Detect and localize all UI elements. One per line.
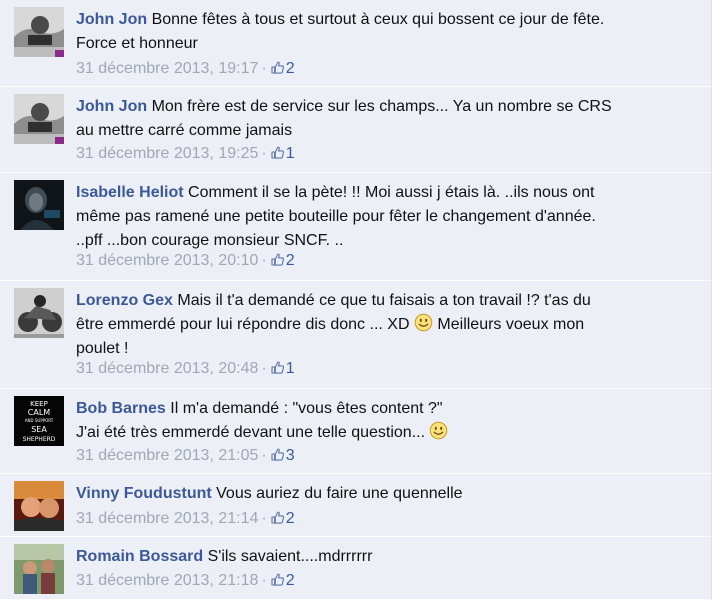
avatar-isabelle-heliot[interactable] [14,180,64,230]
avatar-john-jon-image [14,94,64,144]
comment-timestamp[interactable]: 31 décembre 2013, 21:18 [76,572,258,589]
comment-text: Comment il se la pète! !! Moi aussi j ét… [188,184,595,201]
comment-text: Force et honneur [76,35,198,52]
comment-item: Vinny Foudustunt Vous auriez du faire un… [0,474,711,537]
comment-author-link[interactable]: John Jon [76,98,147,115]
comment-item: John Jon Bonne fêtes à tous et surtout à… [0,0,711,87]
comment-body: Bob Barnes Il m'a demandé : "vous êtes c… [76,397,693,445]
avatar-john-jon[interactable] [14,94,64,144]
avatar-bob-barnes-image: KEEP CALM AND SUPPORT SEA SHEPHERD [14,396,64,446]
comment-body: Romain Bossard S'ils savaient....mdrrrrr… [76,545,693,569]
smiley-icon [429,421,448,440]
thumbs-up-icon[interactable] [271,511,284,524]
comment-meta: 31 décembre 2013, 20:10 · 2 [76,251,295,271]
separator-dot: · [261,145,267,162]
avatar-text: AND SUPPORT [25,418,54,423]
comment-text: Mais il t'a demandé ce que tu faisais a … [177,292,591,309]
avatar-john-jon[interactable] [14,7,64,57]
like-count[interactable]: 1 [286,360,295,377]
avatar-lorenzo-gex-image [14,288,64,338]
comment-body: Vinny Foudustunt Vous auriez du faire un… [76,482,693,506]
like-count[interactable]: 2 [286,572,295,589]
comment-author-link[interactable]: John Jon [76,11,147,28]
separator-dot: · [261,252,267,269]
comment-timestamp[interactable]: 31 décembre 2013, 19:25 [76,145,258,162]
comment-text: être emmerdé pour lui répondre dis donc … [76,316,410,333]
comment-thread: John Jon Bonne fêtes à tous et surtout à… [0,0,712,600]
avatar-text: CALM [28,408,51,417]
comment-item: Romain Bossard S'ils savaient....mdrrrrr… [0,537,711,600]
comment-text: Bonne fêtes à tous et surtout à ceux qui… [151,11,605,28]
comment-author-link[interactable]: Romain Bossard [76,548,203,565]
separator-dot: · [261,60,267,77]
comment-author-link[interactable]: Vinny Foudustunt [76,485,212,502]
comment-text: au mettre carré comme jamais [76,122,293,139]
avatar-text: SHEPHERD [23,436,56,443]
avatar-romain-bossard[interactable] [14,544,64,594]
comment-body: John Jon Mon frère est de service sur le… [76,95,693,143]
comment-timestamp[interactable]: 31 décembre 2013, 21:14 [76,510,258,527]
separator-dot: · [261,510,267,527]
comment-text: même pas ramené une petite bouteille pou… [76,208,596,225]
comment-item: Isabelle Heliot Comment il se la pète! !… [0,173,711,281]
like-count[interactable]: 3 [286,447,295,464]
comment-timestamp[interactable]: 31 décembre 2013, 19:17 [76,60,258,77]
comment-author-link[interactable]: Bob Barnes [76,400,166,417]
avatar-lorenzo-gex[interactable] [14,288,64,338]
thumbs-up-icon[interactable] [271,146,284,159]
comment-timestamp[interactable]: 31 décembre 2013, 20:48 [76,360,258,377]
separator-dot: · [261,447,267,464]
comment-meta: 31 décembre 2013, 21:05 · 3 [76,446,295,466]
avatar-vinny-foudustunt[interactable] [14,481,64,531]
avatar-isabelle-heliot-image [14,180,64,230]
comment-item: John Jon Mon frère est de service sur le… [0,87,711,173]
separator-dot: · [261,572,267,589]
comment-body: Isabelle Heliot Comment il se la pète! !… [76,181,693,253]
comment-text: Meilleurs voeux mon [437,316,585,333]
comment-meta: 31 décembre 2013, 20:48 · 1 [76,359,295,379]
like-count[interactable]: 2 [286,252,295,269]
avatar-vinny-foudustunt-image [14,481,64,531]
thumbs-up-icon[interactable] [271,448,284,461]
avatar-text: KEEP [30,400,48,408]
thumbs-up-icon[interactable] [271,361,284,374]
comment-meta: 31 décembre 2013, 21:14 · 2 [76,509,295,529]
like-count[interactable]: 2 [286,60,295,77]
comment-text: J'ai été très emmerdé devant une telle q… [76,424,426,441]
comment-timestamp[interactable]: 31 décembre 2013, 21:05 [76,447,258,464]
comment-text: Mon frère est de service sur les champs.… [151,98,612,115]
comment-body: John Jon Bonne fêtes à tous et surtout à… [76,8,693,56]
comment-text: ..pff ...bon courage monsieur SNCF. .. [76,232,344,249]
avatar-text: SEA [31,425,47,434]
like-count[interactable]: 1 [286,145,295,162]
comment-author-link[interactable]: Lorenzo Gex [76,292,173,309]
comment-text: S'ils savaient....mdrrrrrr [207,548,373,565]
comment-item: Lorenzo Gex Mais il t'a demandé ce que t… [0,281,711,389]
comment-text: Il m'a demandé : "vous êtes content ?" [170,400,443,417]
avatar-romain-bossard-image [14,544,64,594]
comment-author-link[interactable]: Isabelle Heliot [76,184,184,201]
comment-text: Vous auriez du faire une quennelle [216,485,463,502]
avatar-bob-barnes[interactable]: KEEP CALM AND SUPPORT SEA SHEPHERD [14,396,64,446]
separator-dot: · [261,360,267,377]
comment-meta: 31 décembre 2013, 21:18 · 2 [76,571,295,591]
comment-meta: 31 décembre 2013, 19:17 · 2 [76,59,295,79]
comment-item: KEEP CALM AND SUPPORT SEA SHEPHERD Bob B… [0,389,711,474]
comment-meta: 31 décembre 2013, 19:25 · 1 [76,144,295,164]
like-count[interactable]: 2 [286,510,295,527]
comment-timestamp[interactable]: 31 décembre 2013, 20:10 [76,252,258,269]
smiley-icon [414,313,433,332]
comment-body: Lorenzo Gex Mais il t'a demandé ce que t… [76,289,693,361]
thumbs-up-icon[interactable] [271,573,284,586]
avatar-john-jon-image [14,7,64,57]
thumbs-up-icon[interactable] [271,61,284,74]
thumbs-up-icon[interactable] [271,253,284,266]
comment-text: poulet ! [76,340,129,357]
